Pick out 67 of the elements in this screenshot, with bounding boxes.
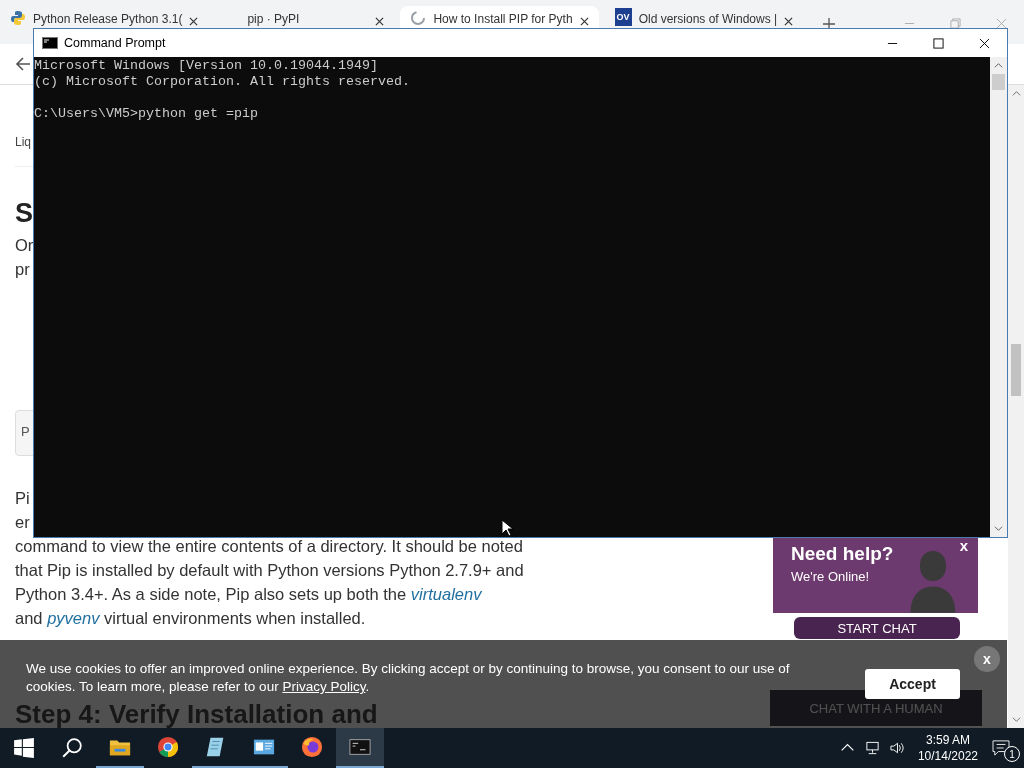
link[interactable]: virtualenv — [410, 585, 482, 603]
paragraph-text: pr — [15, 259, 31, 280]
browser-tab[interactable]: How to Install PIP for Pyth — [400, 6, 599, 28]
chat-title: Need help? — [791, 543, 894, 565]
browser-tab[interactable]: pip · PyPI — [214, 6, 395, 28]
tab-title: Python Release Python 3.1( — [33, 12, 183, 26]
loading-spinner-icon — [410, 10, 427, 26]
scroll-up-icon[interactable] — [994, 61, 1003, 70]
restore-icon[interactable] — [950, 18, 961, 29]
tab-title: How to Install PIP for Pyth — [433, 12, 573, 26]
notification-badge: 1 — [1004, 746, 1020, 762]
terminal-icon — [42, 37, 58, 49]
close-button[interactable]: x — [974, 646, 1000, 672]
back-arrow-icon[interactable] — [15, 56, 31, 72]
notification-icon[interactable] — [992, 740, 1010, 756]
cookie-notice-text: We use cookies to offer an improved online experience. By clicking accept or by continuing to browse, you consent to our use of cookies. To learn more, please refer to our Privacy Policy. — [26, 660, 791, 696]
link[interactable]: pyvenv — [47, 609, 100, 627]
console-text: (c) Microsoft Corporation. All rights reserved. — [34, 74, 411, 90]
paragraph-text: virtual environments when installed. — [103, 609, 366, 627]
terminal-icon — [349, 736, 371, 758]
scrollbar[interactable] — [990, 57, 1007, 537]
paragraph-text: Or — [15, 235, 35, 256]
paragraph-text: and — [15, 609, 44, 627]
close-icon[interactable] — [579, 17, 589, 26]
close-icon[interactable] — [784, 17, 794, 26]
scroll-down-icon[interactable] — [1011, 715, 1021, 724]
scroll-up-icon[interactable] — [1011, 89, 1021, 98]
site-logo-text: Liq — [15, 135, 31, 149]
clock[interactable]: 3:59 AM 10/14/2022 — [917, 732, 978, 764]
scrollbar-thumb[interactable] — [992, 74, 1005, 90]
close-icon[interactable] — [375, 17, 385, 26]
browser-tab[interactable]: OV Old versions of Windows | — [604, 6, 804, 28]
date-text: 10/14/2022 — [917, 748, 978, 764]
tab-title: Old versions of Windows | — [638, 12, 778, 26]
code-text: P — [21, 424, 30, 439]
close-icon[interactable] — [979, 37, 990, 49]
browser-icon — [157, 736, 179, 758]
start-chat-button[interactable]: START CHAT — [794, 617, 960, 639]
taskbar-app[interactable] — [336, 728, 384, 768]
search-icon — [61, 737, 83, 759]
firefox-icon — [301, 736, 323, 758]
close-icon[interactable] — [189, 17, 199, 26]
accept-button[interactable]: Accept — [865, 669, 960, 699]
paragraph-text: er — [15, 513, 30, 531]
section-heading: Step 4: Verify Installation and — [15, 700, 378, 728]
window-title: Command Prompt — [64, 36, 166, 50]
scrollbar-thumb[interactable] — [1011, 344, 1021, 396]
volume-icon[interactable] — [889, 741, 905, 755]
scroll-down-icon[interactable] — [994, 524, 1003, 533]
paragraph-text: command to view the entire contents of a directory. It should be noted — [15, 537, 523, 555]
maximize-icon[interactable] — [933, 37, 944, 49]
python-logo-icon — [10, 10, 26, 26]
browser-tab[interactable]: Python Release Python 3.1( — [0, 6, 209, 28]
console-command: C:\Users\VM5>python get =pip — [34, 106, 259, 122]
paragraph-text: that Pip is installed by default with Python versions Python 2.7.9+ and — [15, 561, 524, 579]
console-text: Microsoft Windows [Version 10.0.19044.1949] — [34, 58, 379, 74]
scrollbar[interactable] — [1008, 85, 1024, 728]
time-text: 3:59 AM — [925, 732, 970, 748]
close-button[interactable]: x — [959, 537, 968, 554]
section-heading: S — [15, 197, 33, 230]
network-icon[interactable] — [864, 741, 880, 755]
windows-logo-icon — [13, 737, 35, 759]
paragraph-text: Pi — [15, 489, 30, 507]
tab-title: pip · PyPI — [247, 12, 301, 26]
site-favicon: OV — [614, 8, 632, 26]
paragraph-text: Python 3.4+. As a side note, Pip also sets up both the — [15, 585, 408, 603]
chat-subtitle: We're Online! — [791, 569, 871, 584]
